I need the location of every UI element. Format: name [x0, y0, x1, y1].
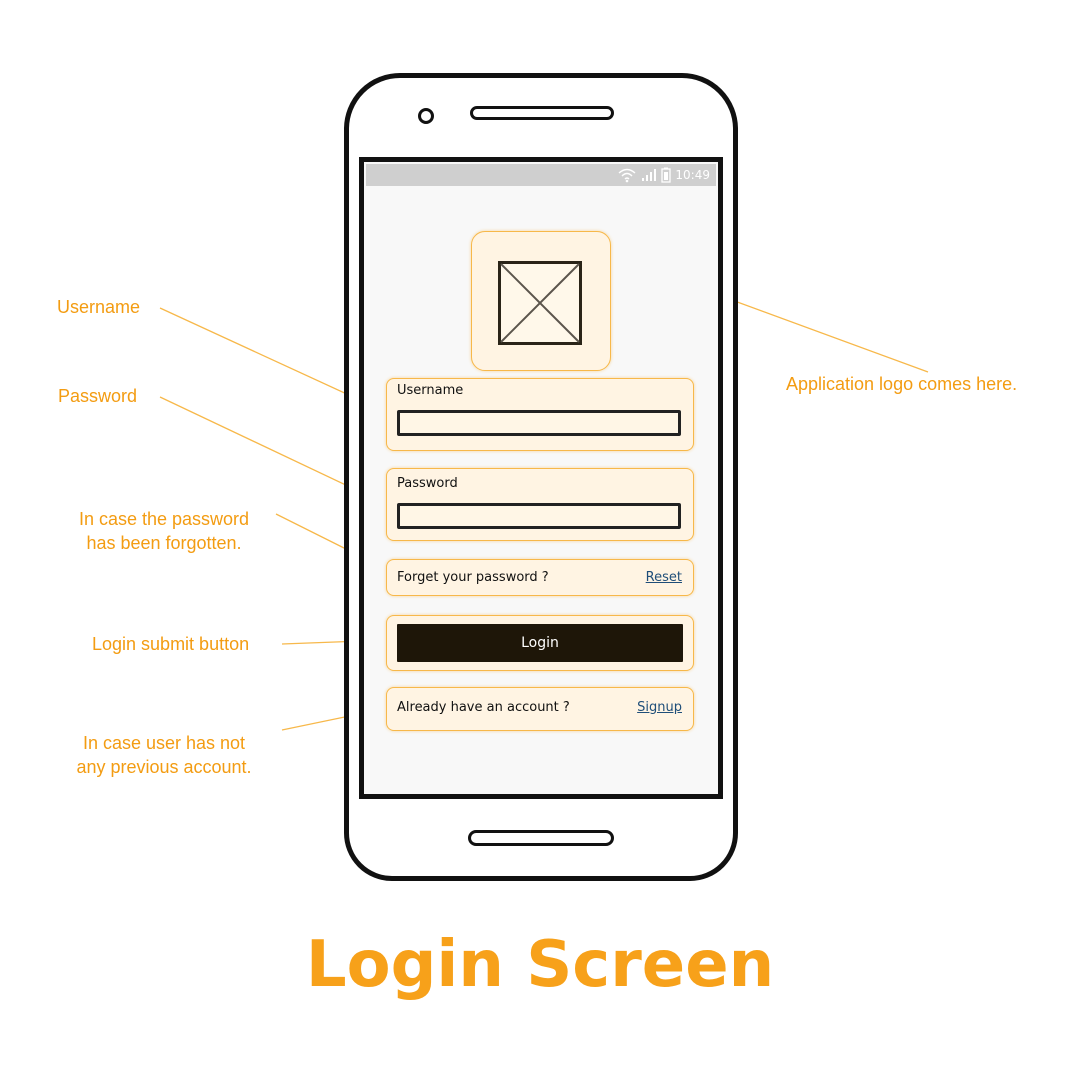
annotation-forgot-line2: has been forgotten.: [86, 533, 242, 553]
password-field-group: Password: [386, 468, 694, 541]
forgot-password-text: Forget your password ?: [397, 570, 549, 585]
annotation-account: In case user has not any previous accoun…: [40, 731, 288, 779]
password-label: Password: [397, 476, 458, 491]
page-title: Login Screen: [305, 928, 775, 1002]
annotation-login: Login submit button: [92, 634, 250, 654]
username-input[interactable]: [397, 410, 681, 436]
annotation-account-line1: In case user has not: [82, 733, 246, 753]
username-label: Username: [397, 383, 464, 398]
annotation-forgot: In case the password has been forgotten.: [40, 507, 288, 555]
wifi-icon: [618, 168, 636, 183]
login-button[interactable]: Login: [397, 624, 683, 662]
camera-icon: [418, 108, 434, 124]
login-button-area: Login: [386, 615, 694, 671]
annotation-forgot-line1: In case the password: [78, 509, 250, 529]
home-button[interactable]: [468, 830, 614, 846]
reset-link[interactable]: Reset: [646, 570, 682, 585]
status-bar: 10:49: [366, 164, 716, 186]
status-time: 10:49: [675, 168, 710, 182]
username-field-group: Username: [386, 378, 694, 451]
annotation-account-line2: any previous account.: [76, 757, 252, 777]
forgot-password-row: Forget your password ? Reset: [386, 559, 694, 596]
image-placeholder-icon: [498, 261, 582, 345]
account-text: Already have an account ?: [397, 700, 570, 715]
annotation-logo: Application logo comes here.: [786, 374, 1018, 394]
battery-icon: [661, 167, 672, 183]
annotation-password: Password: [58, 386, 138, 406]
signal-icon: [642, 169, 657, 181]
signup-link[interactable]: Signup: [637, 700, 682, 715]
speaker-icon: [470, 106, 614, 120]
signup-row: Already have an account ? Signup: [386, 687, 694, 731]
annotation-username: Username: [57, 297, 141, 317]
password-input[interactable]: [397, 503, 681, 529]
